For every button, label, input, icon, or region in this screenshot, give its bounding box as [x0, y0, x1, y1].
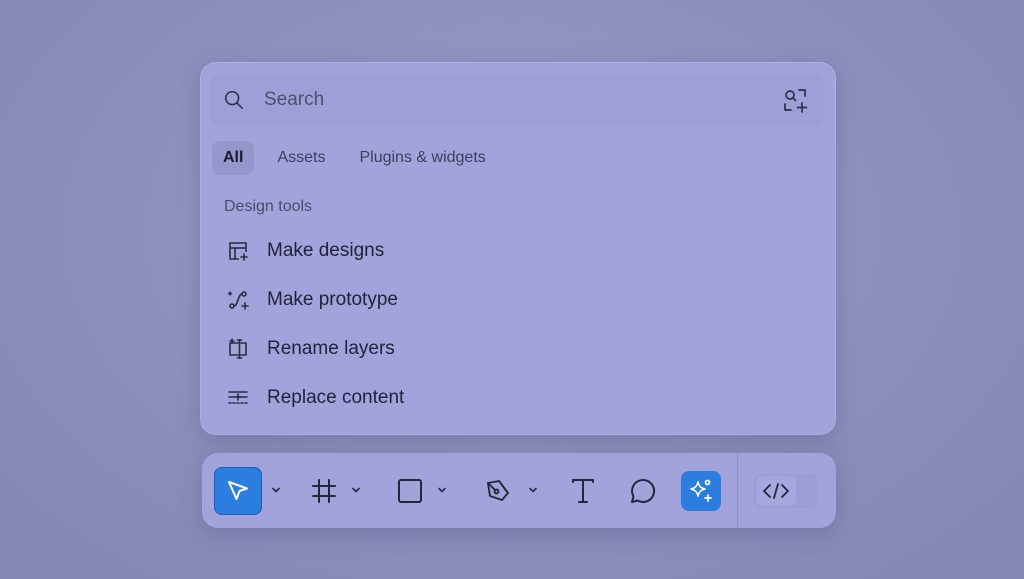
- pen-tool-button[interactable]: [474, 467, 522, 515]
- chevron-down-icon[interactable]: [436, 484, 448, 496]
- comment-bubble-icon: [631, 478, 655, 503]
- code-brackets-icon: [763, 483, 789, 499]
- replace-content-icon: [228, 390, 248, 404]
- cursor-arrow-icon: [228, 481, 248, 500]
- menu-item-label: Replace content: [267, 386, 405, 408]
- dev-mode-knob: [756, 476, 796, 506]
- dev-mode-toggle[interactable]: [754, 474, 818, 508]
- make-prototype-icon: [227, 290, 249, 310]
- menu-item-make-prototype[interactable]: Make prototype: [212, 275, 824, 324]
- ai-sparkle-icon: [690, 479, 712, 502]
- menu-item-label: Make designs: [267, 239, 385, 261]
- rectangle-icon: [398, 479, 422, 503]
- text-tool-button[interactable]: [559, 467, 607, 515]
- chevron-down-icon[interactable]: [350, 484, 362, 496]
- search-icon: [224, 90, 244, 110]
- chevron-down-icon[interactable]: [527, 484, 539, 496]
- actions-panel: All Assets Plugins & widgets Design tool…: [200, 62, 836, 435]
- make-designs-icon: [229, 241, 248, 261]
- pen-nib-icon: [487, 480, 509, 501]
- search-bar[interactable]: [210, 74, 824, 126]
- scan-add-icon[interactable]: [782, 87, 810, 115]
- menu-item-rename-layers[interactable]: Rename layers: [212, 324, 824, 373]
- menu-item-label: Make prototype: [267, 288, 398, 310]
- toolbar-divider: [737, 453, 738, 528]
- search-input[interactable]: [264, 84, 764, 116]
- frame-hash-icon: [312, 479, 336, 503]
- menu-item-replace-content[interactable]: Replace content: [212, 373, 824, 422]
- text-t-icon: [572, 479, 594, 503]
- chevron-down-icon[interactable]: [270, 484, 282, 496]
- filter-tabs: All Assets Plugins & widgets: [212, 140, 509, 176]
- tab-all[interactable]: All: [212, 141, 255, 175]
- frame-tool-button[interactable]: [300, 467, 348, 515]
- design-tools-list: Make designs Make prototype Rename layer…: [212, 226, 824, 422]
- bottom-toolbar: [202, 453, 836, 528]
- actions-ai-button[interactable]: [681, 471, 721, 511]
- tab-plugins-widgets[interactable]: Plugins & widgets: [348, 141, 496, 175]
- rectangle-tool-button[interactable]: [386, 467, 434, 515]
- move-tool-button[interactable]: [214, 467, 262, 515]
- menu-item-label: Rename layers: [267, 337, 395, 359]
- comment-tool-button[interactable]: [619, 467, 667, 515]
- rename-layers-icon: [229, 337, 247, 359]
- tab-assets[interactable]: Assets: [266, 141, 336, 175]
- section-title: Design tools: [224, 198, 313, 215]
- menu-item-make-designs[interactable]: Make designs: [212, 226, 824, 275]
